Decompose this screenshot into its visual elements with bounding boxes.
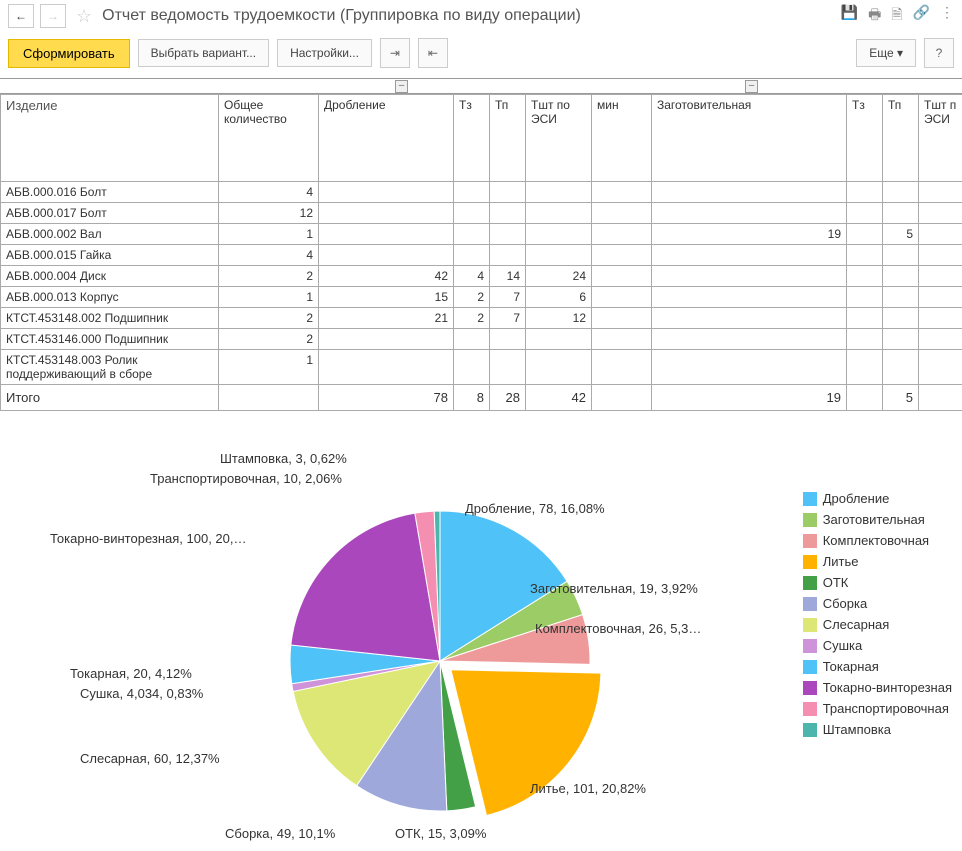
save-icon[interactable]: 💾 bbox=[841, 4, 858, 28]
settings-button[interactable]: Настройки... bbox=[277, 39, 372, 67]
preview-icon[interactable]: 🗎 bbox=[891, 4, 902, 28]
collapse-icon[interactable]: ⇤ bbox=[418, 38, 448, 68]
legend-item[interactable]: Токарно-винторезная bbox=[803, 680, 952, 695]
report-table: Изделие Общее количество Дробление Тз Тп… bbox=[0, 94, 962, 411]
legend-swatch bbox=[803, 723, 817, 737]
legend-item[interactable]: Дробление bbox=[803, 491, 952, 506]
print-icon[interactable]: 🖶 bbox=[868, 4, 881, 28]
legend-item[interactable]: Заготовительная bbox=[803, 512, 952, 527]
link-icon[interactable]: 🔗 bbox=[913, 4, 930, 28]
col-tsht: Тшт по ЭСИ bbox=[526, 95, 592, 182]
table-row[interactable]: АБВ.000.017 Болт12 bbox=[1, 203, 962, 224]
legend-item[interactable]: Сушка bbox=[803, 638, 952, 653]
col-tz: Тз bbox=[454, 95, 490, 182]
col-qty: Общее количество bbox=[219, 95, 319, 182]
choose-variant-button[interactable]: Выбрать вариант... bbox=[138, 39, 269, 67]
legend-swatch bbox=[803, 681, 817, 695]
legend-swatch bbox=[803, 639, 817, 653]
chart-label: Токарная, 20, 4,12% bbox=[70, 666, 192, 681]
col-tsht2: Тшт п ЭСИ bbox=[919, 95, 962, 182]
back-button[interactable]: ← bbox=[8, 4, 34, 28]
more-button[interactable]: Еще ▾ bbox=[856, 39, 916, 67]
page-title: Отчет ведомость трудоемкости (Группировк… bbox=[102, 7, 835, 25]
legend-item[interactable]: ОТК bbox=[803, 575, 952, 590]
chart-label: Заготовительная, 19, 3,92% bbox=[530, 581, 698, 596]
collapse-toggle-1[interactable]: – bbox=[395, 80, 408, 93]
col-min: мин bbox=[592, 95, 652, 182]
help-button[interactable]: ? bbox=[924, 38, 954, 68]
legend-swatch bbox=[803, 597, 817, 611]
pie-chart: Штамповка, 3, 0,62% Транспортировочная, 1… bbox=[0, 431, 962, 851]
collapse-toggle-2[interactable]: – bbox=[745, 80, 758, 93]
pie-slice[interactable] bbox=[291, 513, 440, 661]
menu-icon[interactable]: ⋮ bbox=[940, 4, 954, 28]
col-op1: Дробление bbox=[319, 95, 454, 182]
col-tp2: Тп bbox=[883, 95, 919, 182]
legend-swatch bbox=[803, 618, 817, 632]
chart-label: ОТК, 15, 3,09% bbox=[395, 826, 486, 841]
legend-item[interactable]: Литье bbox=[803, 554, 952, 569]
favorite-icon[interactable]: ☆ bbox=[76, 6, 92, 27]
legend-item[interactable]: Сборка bbox=[803, 596, 952, 611]
col-tp: Тп bbox=[490, 95, 526, 182]
legend-swatch bbox=[803, 702, 817, 716]
legend-swatch bbox=[803, 513, 817, 527]
chart-legend: Дробление Заготовительная Комплектовочная Л… bbox=[803, 491, 952, 743]
legend-swatch bbox=[803, 492, 817, 506]
table-row[interactable]: АБВ.000.016 Болт4 bbox=[1, 182, 962, 203]
col-tz2: Тз bbox=[847, 95, 883, 182]
chart-label: Слесарная, 60, 12,37% bbox=[80, 751, 220, 766]
chart-label: Штамповка, 3, 0,62% bbox=[220, 451, 347, 466]
chart-label: Сушка, 4,034, 0,83% bbox=[80, 686, 203, 701]
table-row[interactable]: КТСТ.453148.002 Подшипник2212712 bbox=[1, 308, 962, 329]
legend-item[interactable]: Штамповка bbox=[803, 722, 952, 737]
chart-label: Токарно-винторезная, 100, 20,… bbox=[50, 531, 247, 546]
legend-swatch bbox=[803, 576, 817, 590]
col-product: Изделие bbox=[1, 95, 219, 182]
generate-button[interactable]: Сформировать bbox=[8, 39, 130, 68]
legend-swatch bbox=[803, 534, 817, 548]
table-row[interactable]: КТСТ.453146.000 Подшипник2 bbox=[1, 329, 962, 350]
chart-label: Литье, 101, 20,82% bbox=[530, 781, 646, 796]
table-row[interactable]: АБВ.000.015 Гайка4 bbox=[1, 245, 962, 266]
table-row[interactable]: АБВ.000.004 Диск24241424 bbox=[1, 266, 962, 287]
chart-label: Комплектовочная, 26, 5,3… bbox=[535, 621, 701, 636]
chart-label: Дробление, 78, 16,08% bbox=[465, 501, 605, 516]
table-row[interactable]: АБВ.000.013 Корпус115276 bbox=[1, 287, 962, 308]
table-row[interactable]: КТСТ.453148.003 Ролик поддерживающий в с… bbox=[1, 350, 962, 385]
legend-item[interactable]: Транспортировочная bbox=[803, 701, 952, 716]
legend-item[interactable]: Токарная bbox=[803, 659, 952, 674]
legend-item[interactable]: Комплектовочная bbox=[803, 533, 952, 548]
col-op2: Заготовительная bbox=[652, 95, 847, 182]
total-label: Итого bbox=[1, 385, 219, 411]
chart-label: Сборка, 49, 10,1% bbox=[225, 826, 335, 841]
chart-label: Транспортировочная, 10, 2,06% bbox=[150, 471, 342, 486]
legend-swatch bbox=[803, 660, 817, 674]
expand-icon[interactable]: ⇥ bbox=[380, 38, 410, 68]
legend-item[interactable]: Слесарная bbox=[803, 617, 952, 632]
legend-swatch bbox=[803, 555, 817, 569]
forward-button[interactable]: → bbox=[40, 4, 66, 28]
table-row[interactable]: АБВ.000.002 Вал1195 bbox=[1, 224, 962, 245]
